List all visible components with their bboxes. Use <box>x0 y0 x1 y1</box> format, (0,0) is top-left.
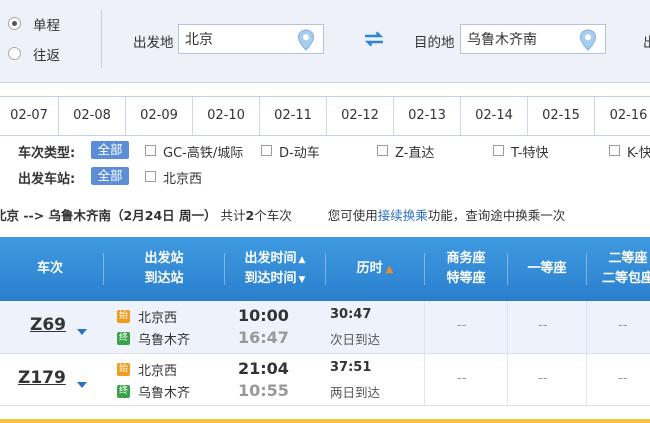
col-special: 特等座 <box>446 271 486 286</box>
from-station: 北京西 <box>138 364 178 379</box>
depart-date-label-cut: 出 <box>643 35 650 51</box>
search-bar: 单程 往返 出发地 目的地 出 <box>0 0 650 83</box>
date-tab[interactable]: 02-15 <box>528 97 595 135</box>
one-way-label[interactable]: 单程 <box>33 14 60 34</box>
first-class-seat: -- <box>538 318 548 333</box>
date-tab[interactable]: 02-14 <box>461 97 528 135</box>
date-tab[interactable]: 02-07 <box>0 97 59 135</box>
type-gc-label[interactable]: GC-高铁/城际 <box>163 142 243 161</box>
transfer-link[interactable]: 接续换乘 <box>378 208 428 223</box>
end-station-badge: 终 <box>117 332 130 345</box>
one-way-radio[interactable] <box>8 17 21 30</box>
type-d-checkbox[interactable] <box>261 145 272 156</box>
table-row: Z69 始 北京西 终 乌鲁木齐 10:00 16:47 30:47 次日到达 … <box>0 301 650 353</box>
depart-station-label: 出发车站: <box>18 172 76 187</box>
transfer-hint-suffix: 功能，查询途中换乘一次 <box>427 208 566 223</box>
type-all-button[interactable]: 全部 <box>91 141 129 159</box>
date-tab[interactable]: 02-16 <box>595 97 650 135</box>
col-station-bottom: 到达站 <box>144 271 184 286</box>
col-business: 商务座 <box>446 251 486 266</box>
date-tab[interactable]: 02-10 <box>193 97 260 135</box>
type-t-label[interactable]: T-特快 <box>511 142 548 161</box>
depart-time: 21:04 <box>238 359 289 378</box>
station-beijingxi-label[interactable]: 北京西 <box>163 168 202 187</box>
date-tabs: 02-07 02-08 02-09 02-10 02-11 02-12 02-1… <box>0 96 650 136</box>
to-input[interactable] <box>461 25 583 53</box>
date-tab[interactable]: 02-12 <box>327 97 394 135</box>
expand-caret-icon[interactable] <box>77 382 87 388</box>
train-number[interactable]: Z179 <box>18 368 66 388</box>
transfer-hint-prefix: 您可使用 <box>327 208 378 223</box>
type-z-checkbox[interactable] <box>377 145 388 156</box>
count-suffix: 个车次 <box>254 208 292 223</box>
date-tab[interactable]: 02-08 <box>59 97 126 135</box>
station-beijingxi-checkbox[interactable] <box>145 171 156 182</box>
col-train: 车次 <box>36 261 63 276</box>
train-count: 2 <box>245 208 255 223</box>
table-header: 车次 出发站 到达站 出发时间 ▲ 到达时间 ▼ 历时 ▲ 商务座 特等座 一等座 二… <box>0 237 650 301</box>
first-class-seat: -- <box>538 371 548 386</box>
duration: 30:47 <box>330 307 372 322</box>
swap-icon[interactable] <box>363 31 385 47</box>
date-tab[interactable]: 02-09 <box>126 97 193 135</box>
divider <box>101 10 102 68</box>
end-station-badge: 终 <box>117 385 130 398</box>
business-seat: -- <box>457 318 467 333</box>
sort-duration[interactable]: 历时 ▲ <box>327 259 423 280</box>
col-second-box: 二等包座 <box>601 271 650 286</box>
type-k-label[interactable]: K-快 <box>627 142 650 161</box>
to-field[interactable] <box>460 24 606 54</box>
from-station: 北京西 <box>138 311 178 326</box>
type-d-label[interactable]: D-动车 <box>279 142 320 161</box>
round-trip-radio[interactable] <box>8 47 21 60</box>
to-label: 目的地 <box>414 35 455 51</box>
to-station: 乌鲁木齐 <box>138 333 191 348</box>
arrive-time: 16:47 <box>238 328 289 347</box>
type-z-label[interactable]: Z-直达 <box>395 142 434 161</box>
type-t-checkbox[interactable] <box>493 145 504 156</box>
from-input[interactable] <box>179 25 301 53</box>
to-station: 乌鲁木齐 <box>138 386 191 401</box>
business-seat: -- <box>457 371 467 386</box>
start-station-badge: 始 <box>117 310 130 323</box>
depart-time: 10:00 <box>238 306 289 325</box>
train-type-label: 车次类型: <box>18 146 76 161</box>
station-all-button[interactable]: 全部 <box>91 167 129 185</box>
train-number[interactable]: Z69 <box>30 315 66 335</box>
arrive-day: 两日到达 <box>330 385 381 400</box>
location-pin-icon[interactable] <box>297 29 315 51</box>
start-station-badge: 始 <box>117 363 130 376</box>
date-tab[interactable]: 02-13 <box>394 97 461 135</box>
col-station-top: 出发站 <box>144 251 184 266</box>
col-first-class: 一等座 <box>527 261 567 276</box>
sort-down-icon: ▼ <box>298 275 306 285</box>
type-k-checkbox[interactable] <box>609 145 620 156</box>
result-summary: 北京 --> 乌鲁木齐南（2月24日 周一） 共计2个车次 您可使用接续换乘功能… <box>0 205 650 227</box>
sort-depart-time[interactable]: 出发时间 ▲ <box>226 249 324 270</box>
date-tab[interactable]: 02-11 <box>260 97 327 135</box>
sort-up-icon-orange: ▲ <box>385 264 394 275</box>
arrive-day: 次日到达 <box>330 332 381 347</box>
col-second-class: 二等座 <box>608 251 648 266</box>
second-class-seat: -- <box>618 318 628 333</box>
table-bottom-edge <box>0 405 650 423</box>
expand-caret-icon[interactable] <box>77 329 87 335</box>
second-class-seat: -- <box>618 371 628 386</box>
from-field[interactable] <box>178 24 324 54</box>
location-pin-icon[interactable] <box>579 29 597 51</box>
count-prefix: 共计 <box>220 208 246 223</box>
round-trip-label[interactable]: 往返 <box>33 44 60 64</box>
duration: 37:51 <box>330 360 372 375</box>
from-label: 出发地 <box>133 35 174 51</box>
sort-up-icon: ▲ <box>298 255 306 265</box>
type-gc-checkbox[interactable] <box>145 145 156 156</box>
arrive-time: 10:55 <box>238 381 289 400</box>
route-summary: 北京 --> 乌鲁木齐南（2月24日 周一） <box>0 208 217 223</box>
table-row: Z179 始 北京西 终 乌鲁木齐 21:04 10:55 37:51 两日到达… <box>0 353 650 406</box>
sort-arrive-time[interactable]: 到达时间 ▼ <box>226 269 324 290</box>
